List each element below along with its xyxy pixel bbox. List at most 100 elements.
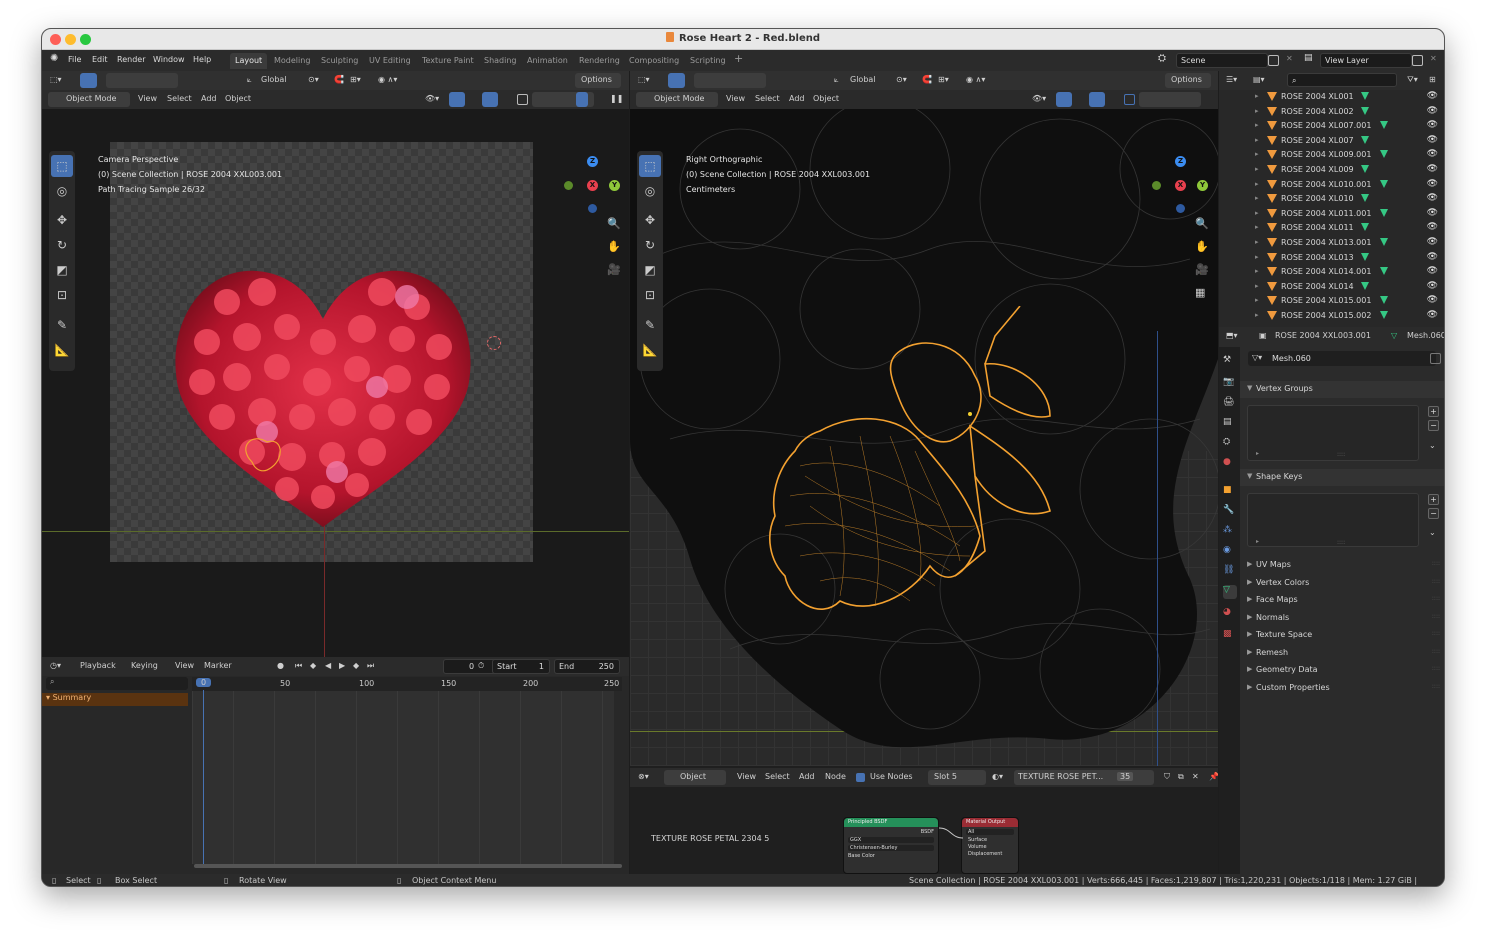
- transform-tool-icon[interactable]: ⊡: [51, 284, 73, 306]
- pan-icon[interactable]: ✋: [607, 240, 621, 253]
- particles-tab-icon[interactable]: ⁂: [1223, 525, 1237, 539]
- editor-type-icon[interactable]: ⬚▾: [638, 75, 650, 84]
- scene-icon[interactable]: ⛭: [1158, 53, 1166, 64]
- expand-arrow-icon[interactable]: ▸: [1255, 150, 1259, 158]
- timeline-menu-playback[interactable]: Playback: [80, 661, 116, 670]
- zoom-icon[interactable]: 🔍: [1195, 217, 1209, 230]
- menu-file[interactable]: File: [68, 55, 81, 64]
- gizmo-neg-y-icon[interactable]: [1152, 181, 1161, 190]
- eye-icon[interactable]: 👁: [1427, 135, 1438, 145]
- eye-icon[interactable]: 👁: [1427, 120, 1438, 130]
- filter-icon[interactable]: ⛛▾: [1407, 75, 1418, 85]
- outliner-editor-icon[interactable]: ☰▾: [1226, 75, 1237, 84]
- eye-icon[interactable]: 👁: [1427, 281, 1438, 291]
- mesh-data-icon[interactable]: [1380, 238, 1389, 246]
- pivot-icon[interactable]: ⊙▾: [308, 75, 319, 84]
- rendered-shading-icon[interactable]: [576, 92, 588, 107]
- editor-type-icon[interactable]: ⬚▾: [50, 75, 62, 84]
- snap-target-icon[interactable]: ⊞▾: [938, 75, 949, 84]
- drag-handle-icon[interactable]: ::::: [1432, 630, 1440, 637]
- fake-user-icon[interactable]: ⛉: [1164, 772, 1170, 782]
- gizmo-y-icon[interactable]: Y: [609, 180, 620, 191]
- mesh-data-icon[interactable]: [1380, 208, 1389, 217]
- snap-icon[interactable]: 🧲: [922, 75, 932, 84]
- eye-icon[interactable]: 👁: [1427, 252, 1438, 262]
- transform-orientation-icon[interactable]: ⟀: [834, 75, 839, 85]
- outliner-item[interactable]: ▸ ROSE 2004 XL002 👁: [1219, 105, 1444, 120]
- expand-arrow-icon[interactable]: ▸: [1255, 296, 1259, 304]
- base-color-socket[interactable]: Base Color: [848, 853, 934, 859]
- expand-arrow-icon[interactable]: ▸: [1255, 165, 1259, 173]
- eye-icon[interactable]: 👁: [1427, 310, 1438, 320]
- play-reverse-icon[interactable]: ◀: [325, 661, 331, 670]
- left-orientation[interactable]: Global: [261, 75, 287, 84]
- shader-editor[interactable]: ⊗▾ Object View Select Add Node Use Nodes…: [630, 766, 1218, 874]
- tab-layout[interactable]: Layout: [230, 53, 268, 69]
- selected-rose-wireframe[interactable]: [760, 306, 1060, 626]
- proportional-edit-icon[interactable]: ◉ ∧▾: [966, 75, 985, 84]
- expand-arrow-icon[interactable]: ▸: [1255, 267, 1259, 275]
- timeline-menu-view[interactable]: View: [175, 661, 194, 670]
- new-scene-icon[interactable]: [1268, 55, 1279, 66]
- eye-icon[interactable]: 👁: [1427, 179, 1438, 189]
- shading-mode-buttons[interactable]: [1139, 92, 1201, 107]
- measure-tool-icon[interactable]: 📐: [51, 339, 73, 361]
- transform-orientation-icon[interactable]: ⟀: [247, 75, 252, 85]
- pin-icon[interactable]: 📌: [1209, 772, 1218, 781]
- pivot-icon[interactable]: ⊙▾: [896, 75, 907, 84]
- outliner-item[interactable]: ▸ ROSE 2004 XL007 👁: [1219, 134, 1444, 149]
- outliner-item[interactable]: ▸ ROSE 2004 XL007.001 👁: [1219, 119, 1444, 134]
- play-icon[interactable]: ▶: [339, 661, 345, 670]
- cursor-tool-icon[interactable]: ◎: [51, 180, 73, 202]
- mesh-data-icon[interactable]: [1360, 92, 1369, 100]
- preview-range-icon[interactable]: ⏱: [478, 661, 484, 671]
- right-mode-dropdown[interactable]: Object Mode: [636, 92, 718, 107]
- overlay-toggle-icon[interactable]: [1089, 92, 1105, 107]
- gizmo-y-icon[interactable]: Y: [1197, 180, 1208, 191]
- fake-user-shield-icon[interactable]: [1430, 353, 1441, 364]
- next-keyframe-icon[interactable]: ◆: [353, 661, 359, 670]
- gizmo-neg-y-icon[interactable]: [564, 181, 573, 190]
- prev-keyframe-icon[interactable]: ◆: [310, 661, 316, 670]
- drag-handle-icon[interactable]: ::::: [1432, 683, 1440, 690]
- drag-handle-icon[interactable]: ::::: [1432, 560, 1440, 567]
- tab-shading[interactable]: Shading: [479, 53, 522, 69]
- cursor-tool-icon[interactable]: ◎: [639, 180, 661, 202]
- record-icon[interactable]: ●: [277, 661, 284, 670]
- add-workspace-icon[interactable]: +: [734, 52, 743, 65]
- ortho-grid-icon[interactable]: ▦: [1195, 286, 1205, 299]
- vertex-group-menu-icon[interactable]: ⌄: [1429, 441, 1436, 450]
- select-box-tool-icon[interactable]: ⬚: [639, 155, 661, 177]
- menu-help[interactable]: Help: [193, 55, 211, 64]
- shader-type-dropdown[interactable]: Object: [664, 770, 726, 785]
- left-menu-add[interactable]: Add: [201, 94, 217, 103]
- outliner-item[interactable]: ▸ ROSE 2004 XL014.001 👁: [1219, 265, 1444, 280]
- rotate-tool-icon[interactable]: ↻: [51, 234, 73, 256]
- rotate-tool-icon[interactable]: ↻: [639, 234, 661, 256]
- panel-vertex-colors[interactable]: ▶ Vertex Colors::::: [1240, 575, 1444, 592]
- principled-bsdf-node[interactable]: Principled BSDF BSDF GGX Christensen-Bur…: [843, 817, 939, 874]
- drag-handle-icon[interactable]: ::::: [1432, 613, 1440, 620]
- snap-icon[interactable]: 🧲: [334, 75, 344, 84]
- outliner-item[interactable]: ▸ ROSE 2004 XL001 👁: [1219, 90, 1444, 105]
- select-tool-button[interactable]: [80, 73, 97, 88]
- timeline-area[interactable]: ◷▾ Playback Keying View Marker ● ⏮ ◆ ◀ ▶…: [42, 657, 629, 874]
- eye-icon[interactable]: 👁: [1427, 164, 1438, 174]
- list-resize-handle[interactable]: ::::: [1337, 451, 1345, 458]
- outliner-item[interactable]: ▸ ROSE 2004 XL011.001 👁: [1219, 207, 1444, 222]
- 3d-cursor-icon[interactable]: [487, 336, 501, 350]
- outliner-item[interactable]: ▸ ROSE 2004 XL015.001 👁: [1219, 294, 1444, 309]
- list-expand-icon[interactable]: ▸: [1256, 538, 1259, 545]
- eye-icon[interactable]: 👁: [1427, 193, 1438, 203]
- outliner-item[interactable]: ▸ ROSE 2004 XL009 👁: [1219, 163, 1444, 178]
- selection-mode-buttons[interactable]: [694, 73, 766, 88]
- timeline-search-field[interactable]: ⌕: [46, 677, 188, 690]
- outliner-item[interactable]: ▸ ROSE 2004 XL013 👁: [1219, 251, 1444, 266]
- mesh-data-icon[interactable]: [1360, 223, 1369, 232]
- gizmo-x-icon[interactable]: X: [1175, 180, 1186, 191]
- select-tool-button[interactable]: [668, 73, 685, 88]
- panel-remesh[interactable]: ▶ Remesh::::: [1240, 645, 1444, 662]
- expand-arrow-icon[interactable]: ▸: [1255, 209, 1259, 217]
- tab-uv-editing[interactable]: UV Editing: [364, 53, 416, 69]
- outliner-item[interactable]: ▸ ROSE 2004 XL015.002 👁: [1219, 309, 1444, 324]
